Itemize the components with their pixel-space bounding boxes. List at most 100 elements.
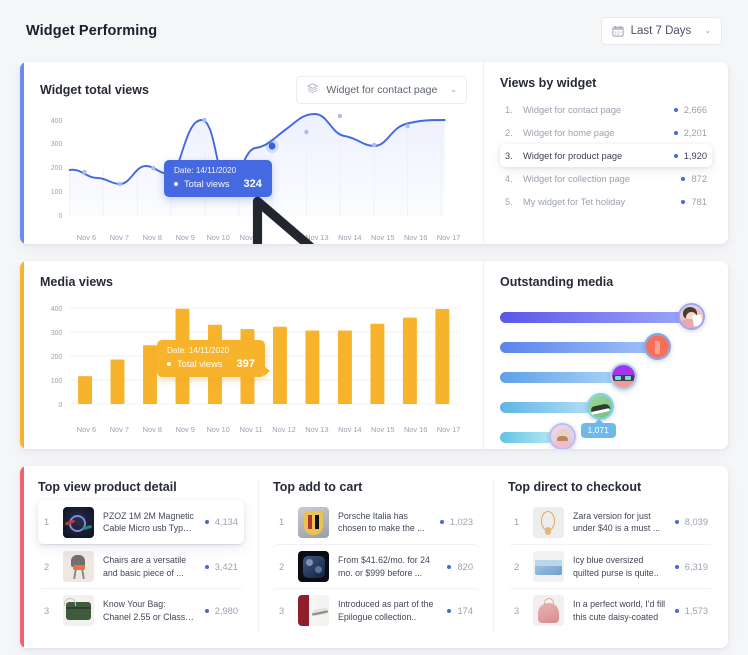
row-name: Widget for contact page — [523, 104, 622, 115]
views-by-widget-row[interactable]: 4. Widget for collection page 872 — [500, 167, 712, 190]
date-range-picker[interactable]: Last 7 Days ⌄ — [600, 17, 722, 45]
list-item[interactable]: 1 PZOZ 1M 2M Magnetic Cable Micro usb Ty… — [38, 500, 244, 544]
tooltip-value-row: Total views 324 — [174, 178, 262, 190]
bullet-icon — [447, 608, 452, 613]
x-tick: Nov 11 — [239, 425, 263, 434]
bullet-icon — [167, 362, 171, 366]
bullet-icon — [673, 107, 678, 112]
item-title: Icy blue oversized quilted purse is quit… — [573, 555, 659, 578]
bullet-icon — [439, 520, 444, 524]
row-value: 1,920 — [683, 150, 707, 161]
row-value-wrap: 872 — [681, 174, 707, 184]
x-tick: Nov 13 — [305, 425, 329, 434]
widget-total-views-card: Widget total views Widget for contact pa… — [20, 62, 728, 244]
tooltip-date: Date: 14/11/2020 — [174, 166, 237, 175]
outstanding-media-row[interactable] — [500, 423, 712, 449]
list-item[interactable]: 3 In a perfect world, I'd fill this cute… — [508, 588, 714, 632]
item-value: 3,421 — [214, 561, 238, 572]
progress-bar — [500, 402, 596, 413]
line-chart-tooltip: Date: 14/11/2020 Total views 324 — [164, 160, 272, 197]
svg-text:0: 0 — [58, 212, 62, 220]
tooltip-value: 397 — [236, 358, 255, 370]
views-by-widget-row[interactable]: 3. Widget for product page 1,920 — [500, 144, 712, 167]
views-by-widget-pane: Views by widget 1. Widget for contact pa… — [484, 62, 728, 244]
item-value: 6,319 — [684, 561, 708, 572]
purple-emoji-avatar[interactable] — [610, 363, 638, 390]
outstanding-media-pane: Outstanding media 1,071 — [484, 261, 728, 449]
svg-text:100: 100 — [51, 377, 62, 385]
row-value-wrap: 2,666 — [673, 105, 707, 115]
list-item[interactable]: 3 Introduced as part of the Epilogue col… — [273, 588, 479, 632]
usb-cable-thumb — [63, 506, 94, 538]
bullet-icon — [204, 564, 209, 569]
list-item[interactable]: 1 Porsche Italia has chosen to make the … — [273, 500, 479, 544]
top-direct-to-checkout-column: Top direct to checkout 1 Zara version fo… — [494, 466, 728, 648]
outstanding-media-row[interactable]: 1,071 — [500, 393, 712, 438]
tooltip-series-label: Total views — [177, 359, 223, 369]
outstanding-media-row[interactable] — [500, 303, 712, 333]
item-title: PZOZ 1M 2M Magnetic Cable Micro usb Type… — [103, 510, 194, 533]
green-bag-thumb — [63, 595, 94, 626]
widget-selector-dropdown[interactable]: Widget for contact page ⌄ — [296, 76, 467, 104]
row-value-wrap: 1,920 — [673, 150, 707, 161]
top-lists-card: Top view product detail 1 PZOZ 1M 2M Mag… — [20, 466, 728, 648]
active-point — [268, 142, 276, 150]
orange-bookmark-avatar[interactable] — [644, 333, 672, 360]
list-item[interactable]: 2 From $41.62/mo. for 24 mo. or $999 bef… — [273, 544, 479, 588]
bullet-icon — [673, 130, 678, 135]
x-tick: Nov 9 — [175, 233, 195, 242]
bullet-icon — [674, 564, 679, 569]
bullet-icon — [674, 608, 679, 613]
tooltip-series-label: Total views — [184, 179, 230, 189]
views-by-widget-row[interactable]: 1. Widget for contact page 2,666 — [500, 98, 712, 121]
views-by-widget-list: 1. Widget for contact page 2,666 2. Widg… — [500, 98, 712, 213]
x-tick: Nov 15 — [371, 233, 395, 242]
item-title: Porsche Italia has chosen to make the ..… — [338, 510, 425, 533]
x-tick: Nov 10 — [206, 425, 230, 434]
tooltip-value-row: Total views 397 — [167, 358, 255, 370]
views-by-widget-row[interactable]: 5. My widget for Tet holiday 781 — [500, 190, 712, 213]
x-tick: Nov 8 — [142, 425, 162, 434]
list-item[interactable]: 1 Zara version for just under $40 is a m… — [508, 500, 714, 544]
necklace-thumb — [533, 506, 564, 538]
item-value: 174 — [457, 605, 473, 616]
media-views-pane: Media views 400 300 200 100 0 Nov 6 Nov … — [24, 261, 483, 449]
row-rank: 5. — [505, 196, 513, 207]
outstanding-media-row[interactable] — [500, 363, 712, 393]
top-direct-to-checkout-title: Top direct to checkout — [508, 480, 642, 494]
bullet-icon — [204, 520, 209, 524]
tooltip-date: Date: 14/11/2020 — [167, 346, 230, 355]
bullet-icon — [681, 176, 686, 181]
item-value-wrap: 1,023 — [439, 517, 473, 527]
line-chart: 400 300 200 100 0 Nov 6 Nov 7 Nov 8 Nov … — [40, 108, 467, 244]
x-tick: Nov 17 — [436, 425, 461, 434]
list-item[interactable]: 2 Icy blue oversized quilted purse is qu… — [508, 544, 714, 588]
item-value-wrap: 8,039 — [674, 517, 708, 527]
green-sneaker-avatar[interactable] — [586, 393, 614, 420]
row-name: Widget for collection page — [523, 173, 630, 184]
svg-text:400: 400 — [51, 305, 62, 313]
item-rank: 2 — [279, 561, 285, 572]
views-by-widget-row[interactable]: 2. Widget for home page 2,201 — [500, 121, 712, 144]
woman-reading-avatar[interactable] — [678, 303, 706, 330]
top-view-product-detail-column: Top view product detail 1 PZOZ 1M 2M Mag… — [24, 466, 258, 648]
item-title: In a perfect world, I'd fill this cute d… — [573, 599, 666, 622]
item-value: 820 — [457, 561, 473, 572]
svg-text:300: 300 — [51, 140, 62, 148]
row-rank: 2. — [505, 127, 513, 138]
x-tick: Nov 15 — [371, 425, 395, 434]
item-rank: 3 — [279, 605, 285, 616]
chair-thumb — [63, 551, 94, 582]
outstanding-media-row[interactable] — [500, 333, 712, 363]
row-name: Widget for home page — [523, 127, 615, 138]
item-title: Know Your Bag: Chanel 2.55 or Classic Fl… — [103, 599, 192, 622]
x-tick: Nov 8 — [142, 233, 162, 242]
list-item[interactable]: 3 Know Your Bag: Chanel 2.55 or Classic … — [38, 588, 244, 632]
pink-dog-avatar[interactable] — [548, 423, 576, 449]
list-item[interactable]: 2 Chairs are a versatile and basic piece… — [38, 544, 244, 588]
item-rank: 1 — [279, 517, 285, 527]
svg-text:200: 200 — [51, 353, 62, 361]
x-tick: Nov 9 — [175, 425, 195, 434]
bullet-icon — [447, 564, 452, 569]
x-tick: Nov 6 — [76, 233, 97, 242]
